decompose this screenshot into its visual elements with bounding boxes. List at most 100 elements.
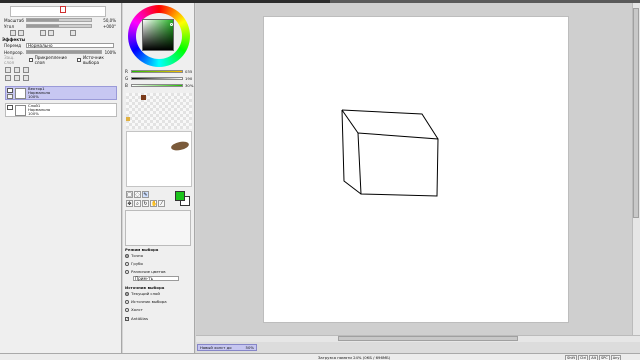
- document-tab-zoom: 50%: [245, 345, 254, 350]
- move-icon[interactable]: ✥: [126, 200, 133, 207]
- cube-front-face: [357, 132, 439, 197]
- swatch-yellow[interactable]: [126, 117, 130, 121]
- new-folder-icon[interactable]: [23, 67, 29, 73]
- channel-label: B: [125, 83, 128, 88]
- horizontal-scroll-thumb[interactable]: [338, 336, 518, 341]
- channel-value: 190: [185, 76, 193, 81]
- channel-row-r: R 035: [125, 69, 193, 74]
- edit-pen-icon[interactable]: [7, 94, 13, 99]
- radio-source[interactable]: [125, 299, 129, 304]
- clear-layer-icon[interactable]: [14, 75, 20, 81]
- red-slider[interactable]: [131, 70, 183, 73]
- protect-label: Защ. слоя: [4, 54, 15, 65]
- eyedropper-icon[interactable]: ⁄: [158, 200, 165, 207]
- radio-rough[interactable]: [125, 261, 129, 266]
- layer-opacity-fill: [27, 51, 101, 53]
- document-tab-name: Новый холст до: [200, 345, 232, 350]
- clip-checkbox[interactable]: [28, 57, 33, 62]
- new-layer-icon[interactable]: [5, 67, 11, 73]
- source-checkbox[interactable]: [77, 57, 81, 62]
- option-rough[interactable]: Грубо: [125, 261, 143, 266]
- effects-header: Эффекты: [2, 37, 26, 42]
- radio-canvas[interactable]: [125, 307, 129, 312]
- radio-color-diff-label: Различие цветов: [131, 269, 166, 274]
- antialias-checkbox[interactable]: ✓: [125, 316, 129, 321]
- blend-mode-dropdown[interactable]: Нормально: [26, 43, 114, 48]
- option-antialias[interactable]: ✓ AntiAlias: [125, 316, 148, 321]
- navigator-viewport-marker[interactable]: [60, 6, 66, 13]
- drawing-canvas[interactable]: [264, 17, 568, 322]
- layer-opacity-slider[interactable]: [26, 50, 102, 54]
- hand-icon[interactable]: ✋: [150, 200, 157, 207]
- key-indicator: Alt: [589, 355, 598, 360]
- swatch-brown[interactable]: [141, 95, 146, 100]
- layer-opacity: 100%: [28, 94, 39, 99]
- foreground-color-swatch[interactable]: [175, 191, 185, 201]
- nav-zoom-out-button[interactable]: [10, 30, 16, 36]
- layer-item-vector1[interactable]: Вектор1 Нормально 100%: [5, 86, 117, 100]
- color-tools-panel: R 035 G 190 B 30% □ ◌ ✎ ✥ ⌕ ↻ ✋ ⁄ Pen✎Er…: [123, 3, 313, 360]
- lasso-icon[interactable]: ◌: [134, 191, 141, 198]
- radio-color-diff[interactable]: [125, 269, 129, 274]
- layer-item-layer1[interactable]: Слой1 Нормально 100%: [5, 103, 117, 117]
- option-color-diff[interactable]: Различие цветов: [125, 269, 166, 274]
- blue-slider[interactable]: [131, 84, 183, 87]
- nav-rotate-left-button[interactable]: [40, 30, 46, 36]
- zoom-row: Масштаб 50,0%: [4, 18, 116, 23]
- navigator-thumbnail[interactable]: [10, 6, 106, 17]
- zoom-value: 50,0%: [103, 18, 116, 23]
- key-indicator: Any: [610, 355, 622, 360]
- radio-source-label: Источник выбора: [131, 299, 167, 304]
- rect-select-icon[interactable]: □: [126, 191, 133, 198]
- zoom-label: Масштаб: [4, 18, 24, 23]
- angle-row: Угол +000°: [4, 24, 116, 29]
- vector-tools-grid: [125, 210, 191, 246]
- angle-value: +000°: [103, 24, 116, 29]
- option-canvas[interactable]: Холст: [125, 307, 143, 312]
- source-label: Источник выбора: [82, 54, 104, 65]
- nav-flip-button[interactable]: [70, 30, 76, 36]
- radio-current-layer[interactable]: [125, 291, 129, 296]
- tolerance-dropdown[interactable]: Прим-ть: [133, 276, 179, 281]
- swatch-palette[interactable]: [126, 93, 192, 129]
- visibility-eye-icon[interactable]: [7, 88, 13, 93]
- layer-thumbnail: [15, 105, 26, 116]
- channel-row-b: B 30%: [125, 83, 193, 88]
- blend-mode-label: Перемд: [4, 43, 22, 48]
- zoom-slider-fill: [27, 19, 59, 21]
- option-current-layer[interactable]: Текущий слой: [125, 291, 160, 296]
- source-title: Источник выбора: [125, 285, 165, 290]
- magic-wand-icon[interactable]: ✎: [142, 191, 149, 198]
- channel-label: G: [125, 76, 129, 81]
- clip-label: Прикрепление слоя: [34, 54, 67, 65]
- green-slider[interactable]: [131, 77, 183, 80]
- color-picker-cursor[interactable]: [170, 23, 173, 26]
- merge-down-icon[interactable]: [5, 75, 11, 81]
- option-fine[interactable]: Точно: [125, 253, 143, 258]
- layer-thumbnail: [15, 88, 26, 99]
- angle-slider-fill: [27, 25, 59, 27]
- option-source[interactable]: Источник выбора: [125, 299, 167, 304]
- radio-fine-label: Точно: [131, 253, 143, 258]
- memory-usage: Загрузка памяти 24% (0КБ / 696МБ): [318, 355, 391, 360]
- delete-layer-icon[interactable]: [23, 75, 29, 81]
- scratchpad[interactable]: [126, 131, 192, 187]
- document-tab-strip: [196, 342, 640, 353]
- rotate-icon[interactable]: ↻: [142, 200, 149, 207]
- zoom-slider[interactable]: [26, 18, 92, 22]
- key-indicator: SPC: [598, 355, 610, 360]
- status-bar: Загрузка памяти 24% (0КБ / 696МБ) Shift C…: [0, 353, 640, 360]
- angle-slider[interactable]: [26, 24, 92, 28]
- radio-fine[interactable]: [125, 253, 129, 258]
- visibility-eye-icon[interactable]: [7, 105, 13, 110]
- layer-opacity: 100%: [28, 111, 39, 116]
- vertical-scroll-thumb[interactable]: [633, 8, 639, 218]
- new-vector-layer-icon[interactable]: [14, 67, 20, 73]
- channel-value: 30%: [185, 83, 194, 88]
- nav-rotate-right-button[interactable]: [48, 30, 54, 36]
- nav-zoom-in-button[interactable]: [18, 30, 24, 36]
- document-tab[interactable]: Новый холст до 50%: [197, 344, 257, 351]
- key-indicator: Shift: [565, 355, 577, 360]
- channel-value: 035: [185, 69, 193, 74]
- zoom-icon[interactable]: ⌕: [134, 200, 141, 207]
